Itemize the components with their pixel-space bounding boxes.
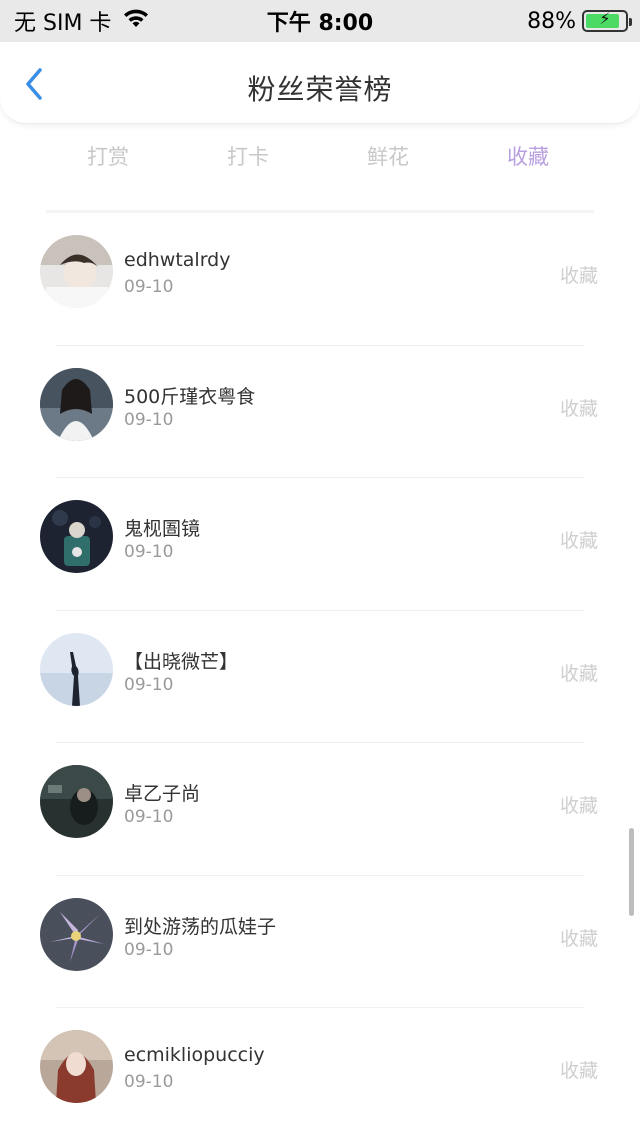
date-label: 09-10: [124, 807, 174, 827]
status-bar-right: 88% ⚡: [527, 0, 632, 42]
date-label: 09-10: [124, 674, 174, 695]
date-label: 09-10: [124, 277, 174, 297]
scrollbar[interactable]: [629, 828, 634, 916]
avatar[interactable]: [40, 235, 113, 308]
avatar[interactable]: [40, 1030, 113, 1103]
list-item[interactable]: 鬼枧圄镜 09-10 收藏: [0, 478, 640, 611]
user-name: ecmikliopucciy: [124, 1044, 265, 1066]
avatar[interactable]: [40, 632, 113, 706]
tab-checkin[interactable]: 打卡: [178, 134, 318, 180]
date-label: 09-10: [124, 1072, 174, 1092]
tab-flowers[interactable]: 鲜花: [318, 134, 458, 180]
battery-charging-icon: ⚡: [582, 9, 632, 32]
list-item[interactable]: 500斤瑾衣粤食 09-10 收藏: [0, 346, 640, 478]
avatar[interactable]: [40, 765, 113, 838]
list-item[interactable]: ecmikliopucciy 09-10 收藏: [0, 1008, 640, 1136]
avatar[interactable]: [40, 897, 113, 971]
avatar[interactable]: [40, 367, 113, 441]
avatar[interactable]: [40, 500, 113, 573]
favorite-label: 收藏: [559, 1060, 598, 1082]
favorite-label: 收藏: [559, 265, 598, 287]
list-item[interactable]: 卓乙子尚 09-10 收藏: [0, 743, 640, 876]
user-name: 鬼枧圄镜: [124, 518, 201, 540]
date-label: 09-10: [124, 409, 174, 430]
tab-favorites[interactable]: 收藏: [458, 134, 598, 180]
favorite-label: 收藏: [559, 530, 598, 552]
user-name: 500斤瑾衣粤食: [124, 385, 256, 408]
list-item[interactable]: edhwtalrdy 09-10 收藏: [0, 213, 640, 346]
user-name: edhwtalrdy: [124, 249, 231, 271]
status-bar: 无 SIM 卡 下午 8:00 88% ⚡: [0, 0, 640, 42]
date-label: 09-10: [124, 542, 174, 562]
user-name: 卓乙子尚: [124, 783, 201, 805]
user-name: 【出晓微芒】: [124, 650, 239, 673]
user-name: 到处游荡的瓜娃子: [124, 915, 277, 938]
tab-bar: 打赏 打卡 鲜花 收藏: [38, 134, 598, 180]
date-label: 09-10: [124, 939, 174, 960]
favorite-label: 收藏: [559, 397, 598, 420]
favorite-label: 收藏: [559, 662, 598, 685]
favorite-label: 收藏: [559, 795, 598, 817]
navigation-bar: 粉丝荣誉榜: [0, 42, 640, 124]
tab-reward[interactable]: 打赏: [38, 134, 178, 180]
favorite-label: 收藏: [559, 927, 598, 950]
list-item[interactable]: 【出晓微芒】 09-10 收藏: [0, 611, 640, 743]
list-item[interactable]: 到处游荡的瓜娃子 09-10 收藏: [0, 876, 640, 1008]
page-title: 粉丝荣誉榜: [247, 73, 393, 106]
bolt-icon: ⚡: [599, 9, 611, 28]
battery-percent: 88%: [527, 8, 576, 34]
fan-ranking-list: edhwtalrdy 09-10 收藏 500斤瑾衣粤食 09-10 收藏 鬼枧…: [0, 213, 640, 1136]
